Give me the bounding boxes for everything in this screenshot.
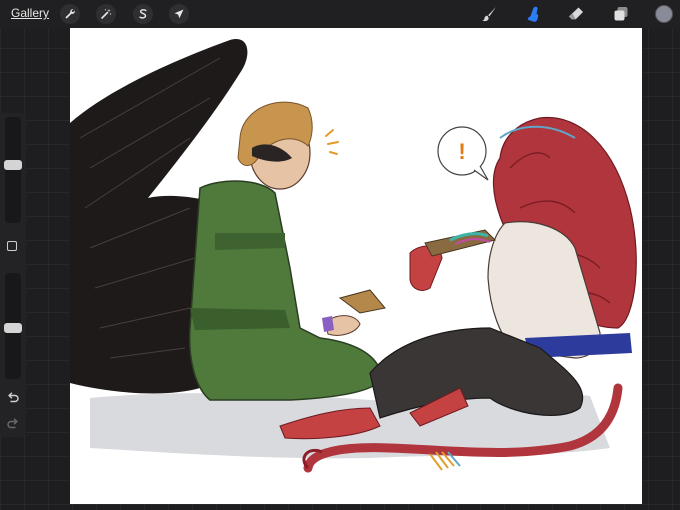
modify-button[interactable] xyxy=(7,241,17,251)
speech-bubble-text: ! xyxy=(458,139,465,164)
procreate-app: Gallery ! xyxy=(0,0,680,510)
speech-bubble: ! xyxy=(437,126,489,181)
redo-button[interactable] xyxy=(6,417,20,431)
opacity-slider-thumb[interactable] xyxy=(4,323,22,333)
redo-icon xyxy=(7,418,18,429)
eraser-icon xyxy=(569,7,583,20)
arrow-cursor-icon xyxy=(174,9,184,19)
brush-size-slider-thumb[interactable] xyxy=(4,160,22,170)
smudge-tool-button[interactable] xyxy=(524,5,542,23)
transform-button[interactable] xyxy=(169,4,189,24)
color-picker-button[interactable] xyxy=(655,5,673,23)
selection-button[interactable] xyxy=(133,4,153,24)
eraser-tool-button[interactable] xyxy=(567,5,585,23)
gallery-button[interactable]: Gallery xyxy=(11,6,49,20)
wrench-icon xyxy=(65,9,75,19)
actions-button[interactable] xyxy=(60,4,80,24)
top-toolbar: Gallery xyxy=(0,0,680,28)
opacity-slider[interactable] xyxy=(4,273,22,379)
undo-icon xyxy=(8,392,19,403)
adjustments-button[interactable] xyxy=(96,4,116,24)
brush-icon xyxy=(482,7,496,22)
left-sidebar xyxy=(0,113,26,437)
artwork: ! xyxy=(70,38,637,473)
smudge-finger-icon xyxy=(527,6,539,22)
undo-button[interactable] xyxy=(6,391,20,405)
layers-icon xyxy=(614,7,628,21)
drawing-canvas[interactable]: ! xyxy=(70,28,642,504)
magic-wand-icon xyxy=(101,9,112,19)
brush-tool-button[interactable] xyxy=(480,5,498,23)
selection-s-icon xyxy=(139,9,147,19)
brush-size-slider[interactable] xyxy=(4,117,22,223)
man-figure xyxy=(188,101,386,401)
layers-button[interactable] xyxy=(612,5,630,23)
